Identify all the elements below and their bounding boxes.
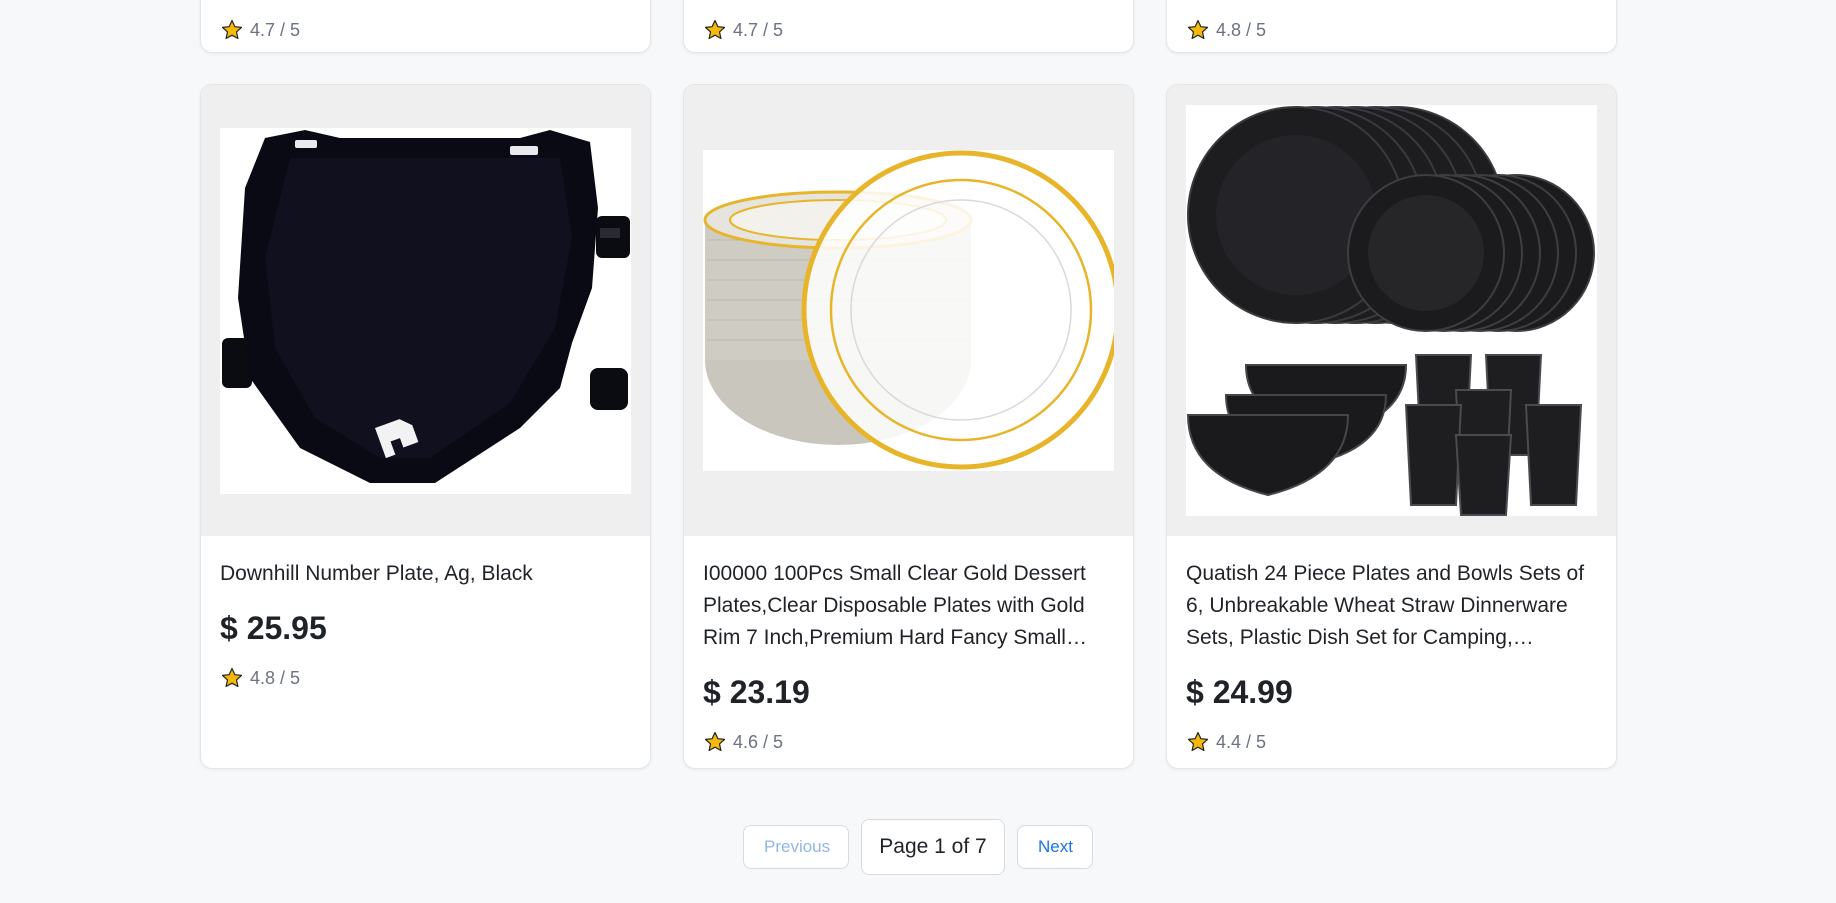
rating-value: 4.7 / 5 xyxy=(250,19,301,40)
product-image[interactable] xyxy=(220,127,631,494)
product-card[interactable]: Quatish 24 Piece Plates and Bowls Sets o… xyxy=(1166,84,1617,769)
black-number-plate-image xyxy=(220,127,631,494)
product-grid: Downhill Number Plate, Ag, Black $ 25.95… xyxy=(200,84,1619,769)
product-card[interactable]: I00000 100Pcs Small Clear Gold Dessert P… xyxy=(683,84,1134,769)
product-price: $ 24.99 xyxy=(1186,674,1293,710)
product-price: $ 25.95 xyxy=(220,610,327,646)
product-listing-page: 4.7 / 5 4.7 / 5 4.8 / 5 Downhill Number … xyxy=(0,0,1836,903)
product-rating: 4.7 / 5 xyxy=(220,18,300,42)
next-page-button[interactable]: Next xyxy=(1017,825,1093,869)
star-icon xyxy=(1187,731,1209,752)
rating-value: 4.6 / 5 xyxy=(733,731,784,752)
product-card[interactable]: 4.7 / 5 xyxy=(200,0,651,53)
rating-value: 4.8 / 5 xyxy=(250,667,301,688)
star-icon xyxy=(221,19,243,40)
rating-value: 4.4 / 5 xyxy=(1216,731,1267,752)
page-indicator: Page 1 of 7 xyxy=(861,819,1005,875)
product-rating: 4.8 / 5 xyxy=(220,666,631,690)
product-price: $ 23.19 xyxy=(703,674,810,710)
product-rating: 4.7 / 5 xyxy=(703,18,783,42)
product-rating: 4.4 / 5 xyxy=(1186,730,1597,754)
star-icon xyxy=(1187,19,1209,40)
product-card[interactable]: 4.7 / 5 xyxy=(683,0,1134,53)
black-dinnerware-set-image xyxy=(1186,105,1597,516)
product-info: Quatish 24 Piece Plates and Bowls Sets o… xyxy=(1167,536,1616,754)
star-icon xyxy=(221,667,243,688)
star-icon xyxy=(704,19,726,40)
rating-value: 4.8 / 5 xyxy=(1216,19,1267,40)
product-image[interactable] xyxy=(703,150,1114,471)
rating-value: 4.7 / 5 xyxy=(733,19,784,40)
product-title[interactable]: I00000 100Pcs Small Clear Gold Dessert P… xyxy=(703,558,1114,654)
product-title[interactable]: Downhill Number Plate, Ag, Black xyxy=(220,558,631,590)
product-card[interactable]: 4.8 / 5 xyxy=(1166,0,1617,53)
product-info: I00000 100Pcs Small Clear Gold Dessert P… xyxy=(684,536,1133,754)
product-image-area[interactable] xyxy=(684,85,1133,536)
product-info: Downhill Number Plate, Ag, Black $ 25.95… xyxy=(201,536,650,690)
product-rating: 4.6 / 5 xyxy=(703,730,1114,754)
star-icon xyxy=(704,731,726,752)
product-image[interactable] xyxy=(1186,105,1597,516)
product-card[interactable]: Downhill Number Plate, Ag, Black $ 25.95… xyxy=(200,84,651,769)
product-rating: 4.8 / 5 xyxy=(1186,18,1266,42)
previous-page-button[interactable]: Previous xyxy=(743,825,849,869)
clear-gold-plates-image xyxy=(703,150,1114,471)
product-title[interactable]: Quatish 24 Piece Plates and Bowls Sets o… xyxy=(1186,558,1597,654)
pagination: Previous Page 1 of 7 Next xyxy=(0,819,1836,875)
product-image-area[interactable] xyxy=(1167,85,1616,536)
product-image-area[interactable] xyxy=(201,85,650,536)
product-grid-previous-row: 4.7 / 5 4.7 / 5 4.8 / 5 xyxy=(200,0,1619,53)
